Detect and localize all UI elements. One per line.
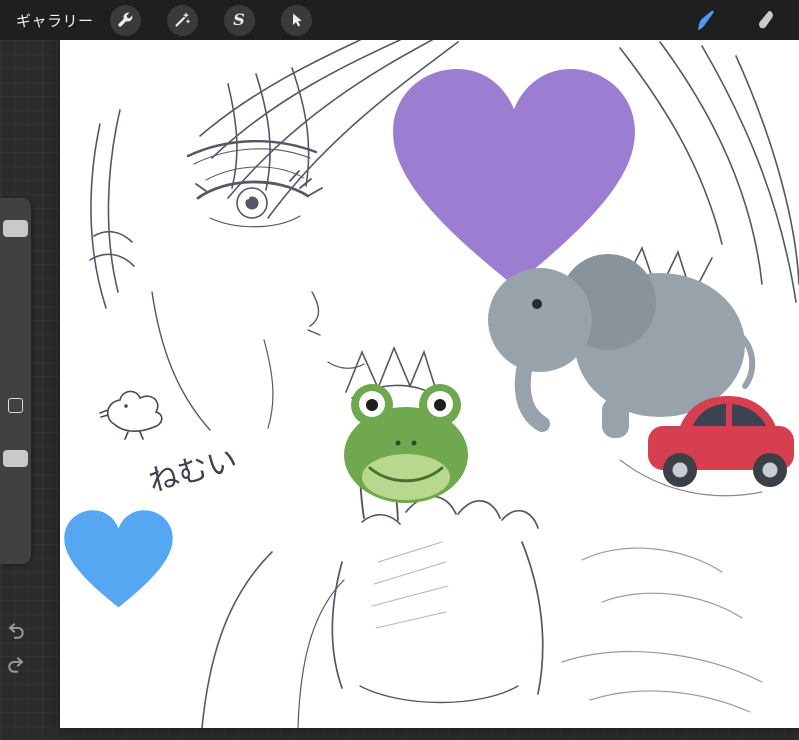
selection-button[interactable]: S	[223, 4, 255, 36]
selection-s-icon: S	[233, 10, 245, 29]
duck-doodle[interactable]	[99, 390, 163, 440]
paint-button[interactable]	[693, 7, 719, 33]
wrench-icon	[118, 12, 133, 27]
smudge-button[interactable]	[753, 7, 779, 33]
blue-heart-sticker[interactable]	[64, 510, 173, 608]
transform-cursor-icon	[293, 13, 302, 27]
brush-icon	[698, 10, 714, 31]
procreate-screen: ねむい ギャラリー S	[0, 0, 799, 740]
brush-size-slider[interactable]	[3, 220, 28, 237]
modify-button[interactable]	[8, 398, 23, 413]
adjustments-button[interactable]	[166, 4, 198, 36]
gallery-button[interactable]: ギャラリー	[16, 10, 94, 31]
redo-icon	[8, 657, 24, 673]
purple-heart-sticker[interactable]	[393, 69, 635, 286]
top-toolbar: ギャラリー S	[0, 0, 799, 40]
transform-button[interactable]	[280, 4, 312, 36]
frog-sticker[interactable]	[344, 384, 468, 503]
handwriting-nemui: ねむい	[145, 443, 241, 500]
undo-icon	[8, 623, 24, 639]
actions-button[interactable]	[109, 4, 141, 36]
redo-button[interactable]	[3, 652, 29, 678]
drawing-canvas[interactable]: ねむい	[60, 40, 799, 728]
magic-wand-icon	[175, 12, 190, 27]
sidebar	[0, 198, 31, 564]
opacity-slider[interactable]	[3, 450, 28, 467]
smudge-icon	[759, 10, 773, 29]
undo-button[interactable]	[3, 618, 29, 644]
